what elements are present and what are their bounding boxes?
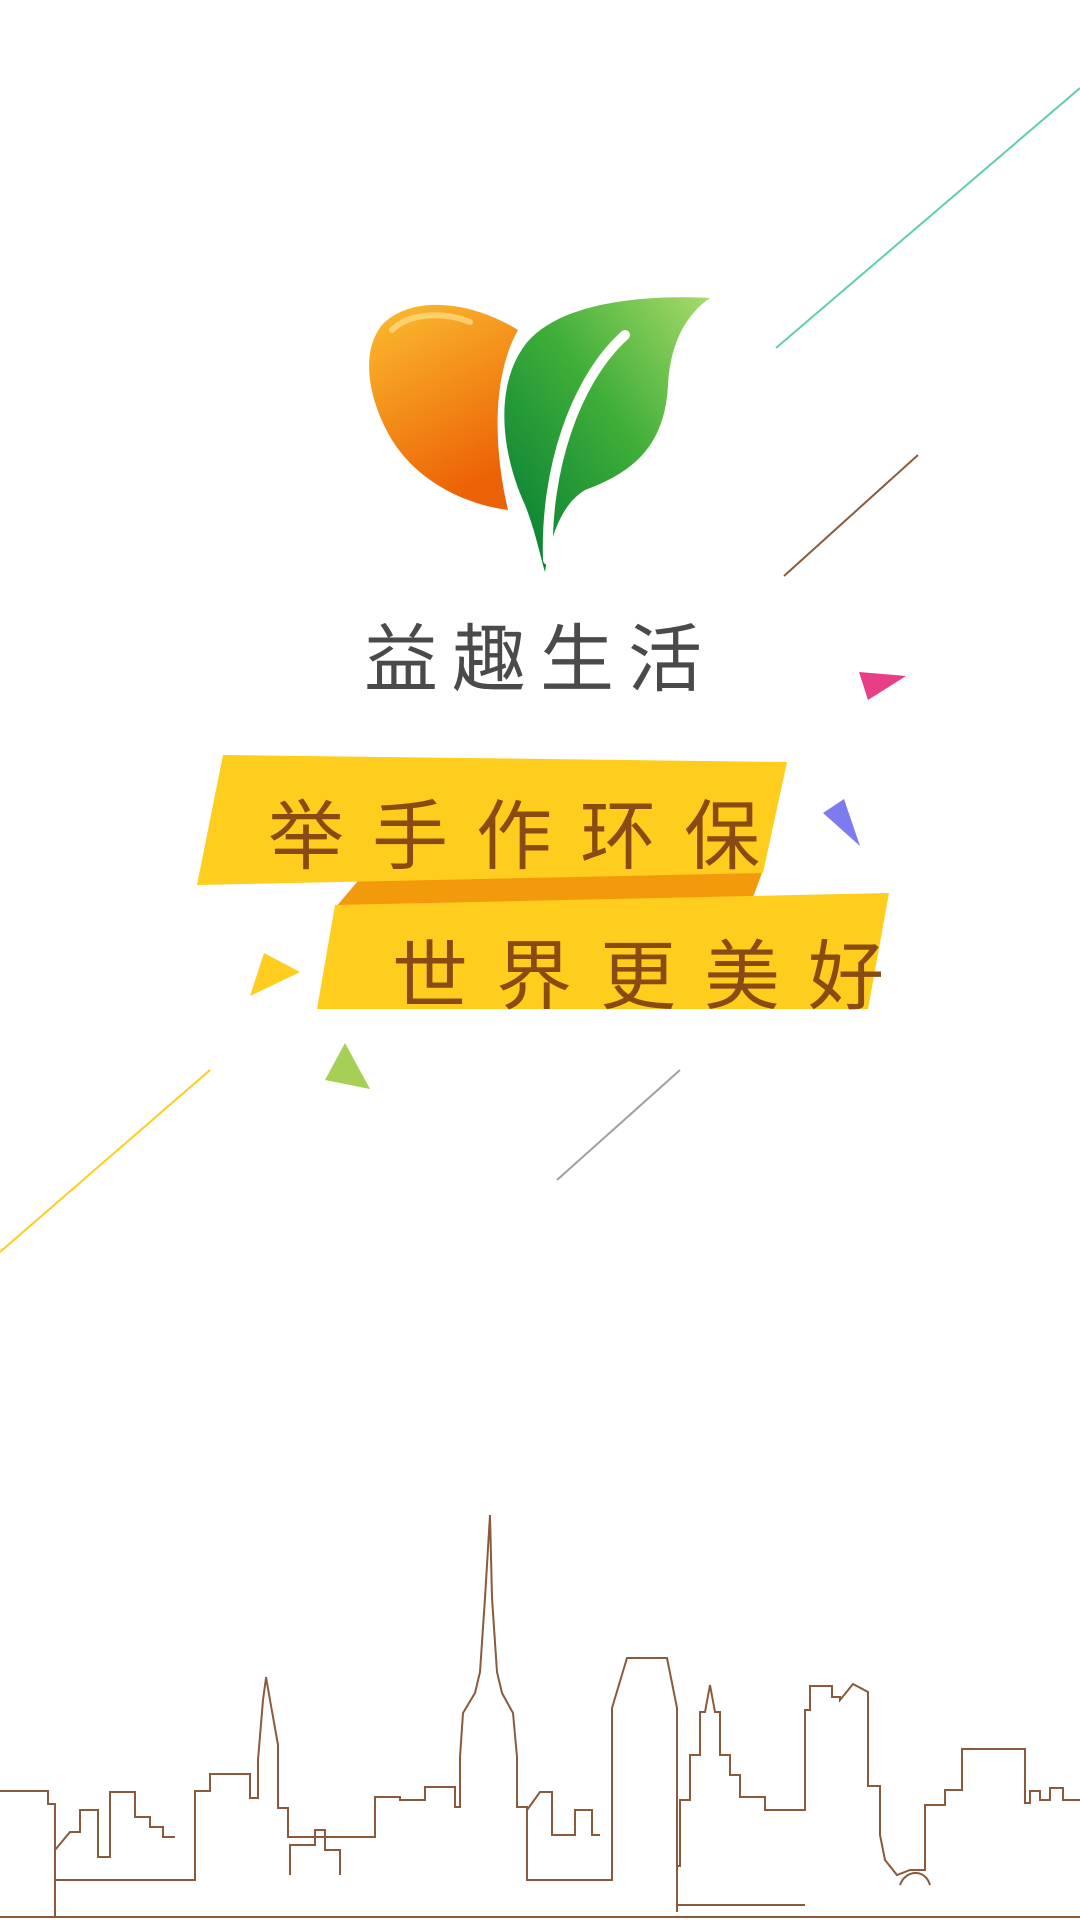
splash-screen: { "app": { "name": "益趣生活" }, "logo": { "… — [0, 0, 1080, 1920]
city-skyline-outline-icon — [0, 1514, 1080, 1918]
